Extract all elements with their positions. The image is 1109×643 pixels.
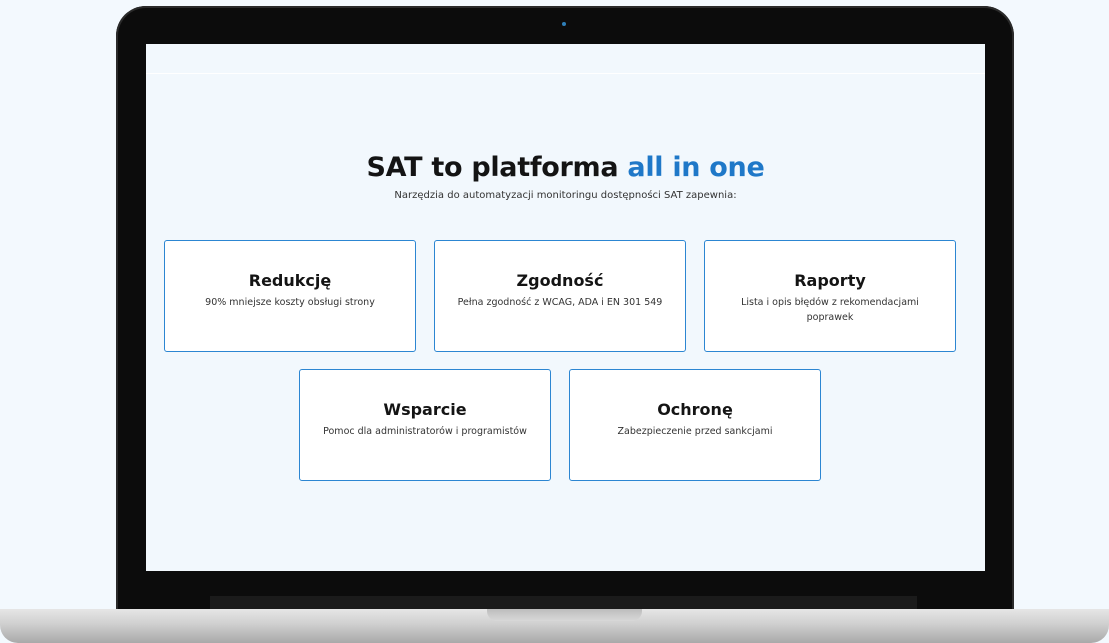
page-title: SAT to platforma all in one: [146, 152, 985, 183]
laptop-base-notch: [487, 609, 642, 621]
feature-card-ochrone: Ochronę Zabezpieczenie przed sankcjami: [569, 369, 821, 481]
feature-card-wsparcie: Wsparcie Pomoc dla administratorów i pro…: [299, 369, 551, 481]
feature-card-description: Pomoc dla administratorów i programistów: [323, 426, 527, 437]
page-title-accent: all in one: [627, 152, 765, 183]
feature-card-description: 90% mniejsze koszty obsługi strony: [205, 297, 375, 308]
feature-card-description: Lista i opis błędów z rekomendacjami pop…: [741, 297, 919, 323]
camera-dot: [562, 22, 566, 26]
feature-card-title: Redukcję: [248, 271, 332, 290]
page-title-main: SAT to platforma: [366, 152, 619, 183]
feature-card-redukcje: Redukcję 90% mniejsze koszty obsługi str…: [164, 240, 416, 352]
feature-card-title: Wsparcie: [383, 400, 467, 419]
feature-card-title: Zgodność: [516, 271, 604, 290]
laptop-screen: SAT to platforma all in one Narzędzia do…: [146, 44, 985, 571]
laptop-mockup: SAT to platforma all in one Narzędzia do…: [0, 0, 1109, 643]
feature-card-raporty: Raporty Lista i opis błędów z rekomendac…: [704, 240, 956, 352]
page-subtitle: Narzędzia do automatyzacji monitoringu d…: [394, 190, 737, 201]
feature-card-title: Ochronę: [657, 400, 733, 419]
feature-card-description: Pełna zgodność z WCAG, ADA i EN 301 549: [457, 297, 663, 308]
feature-card-zgodnosc: Zgodność Pełna zgodność z WCAG, ADA i EN…: [434, 240, 686, 352]
feature-card-description: Zabezpieczenie przed sankcjami: [617, 426, 773, 437]
feature-card-title: Raporty: [794, 271, 866, 290]
screen-header-bar: [146, 44, 985, 74]
